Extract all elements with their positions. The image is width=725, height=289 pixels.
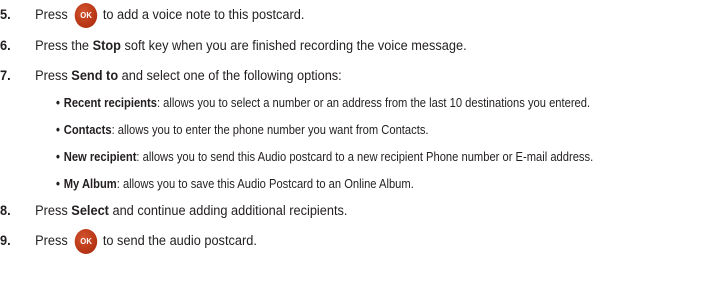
step-text-post: and select one of the following options: bbox=[118, 68, 342, 84]
step-text-pre: Press bbox=[35, 203, 72, 219]
step-number: 6. bbox=[0, 38, 11, 54]
step-text-post: and continue adding additional recipient… bbox=[108, 203, 348, 219]
step-8: 8. Press Select and continue adding addi… bbox=[0, 200, 347, 222]
ok-key-icon: OK bbox=[74, 228, 98, 254]
instruction-page: 5. Press OK to add a voice note to this … bbox=[0, 0, 725, 289]
step-text-post: to send the audio postcard. bbox=[102, 233, 257, 249]
step-text-post: soft key when you are finished recording… bbox=[120, 38, 467, 54]
option-contacts: • Contacts : allows you to enter the pho… bbox=[56, 119, 429, 139]
step-5: 5. Press OK to add a voice note to this … bbox=[0, 2, 305, 28]
option-my-album: • My Album : allows you to save this Aud… bbox=[56, 173, 414, 193]
option-description: : allows you to save this Audio Postcard… bbox=[116, 175, 414, 191]
bullet-point: • bbox=[56, 148, 60, 164]
option-description: : allows you to send this Audio postcard… bbox=[136, 148, 594, 164]
step-text-pre: Press bbox=[35, 68, 72, 84]
option-description: : allows you to select a number or an ad… bbox=[156, 94, 591, 110]
step-text-pre: Press bbox=[35, 7, 68, 23]
option-description: : allows you to enter the phone number y… bbox=[111, 121, 429, 137]
option-term: Recent recipients bbox=[63, 94, 157, 110]
step-number: 7. bbox=[0, 68, 11, 84]
step-text-post: to add a voice note to this postcard. bbox=[102, 7, 305, 23]
step-key-name: Select bbox=[71, 203, 109, 219]
step-7: 7. Press Send to and select one of the f… bbox=[0, 65, 342, 87]
ok-key-icon: OK bbox=[74, 2, 98, 28]
step-key-name: Stop bbox=[92, 38, 121, 54]
bullet-point: • bbox=[56, 121, 60, 137]
step-text-pre: Press bbox=[35, 233, 68, 249]
step-number: 9. bbox=[0, 233, 11, 249]
step-9: 9. Press OK to send the audio postcard. bbox=[0, 228, 257, 254]
step-key-name: Send to bbox=[71, 68, 119, 84]
step-number: 8. bbox=[0, 203, 11, 219]
step-text-pre: Press the bbox=[35, 38, 93, 54]
step-6: 6. Press the Stop soft key when you are … bbox=[0, 35, 467, 57]
option-term: My Album bbox=[63, 175, 117, 191]
option-new-recipient: • New recipient : allows you to send thi… bbox=[56, 146, 593, 166]
bullet-point: • bbox=[56, 175, 60, 191]
option-recent-recipients: • Recent recipients : allows you to sele… bbox=[56, 92, 590, 112]
option-term: Contacts bbox=[63, 121, 112, 137]
option-term: New recipient bbox=[63, 148, 137, 164]
bullet-point: • bbox=[56, 94, 60, 110]
step-number: 5. bbox=[0, 7, 11, 23]
